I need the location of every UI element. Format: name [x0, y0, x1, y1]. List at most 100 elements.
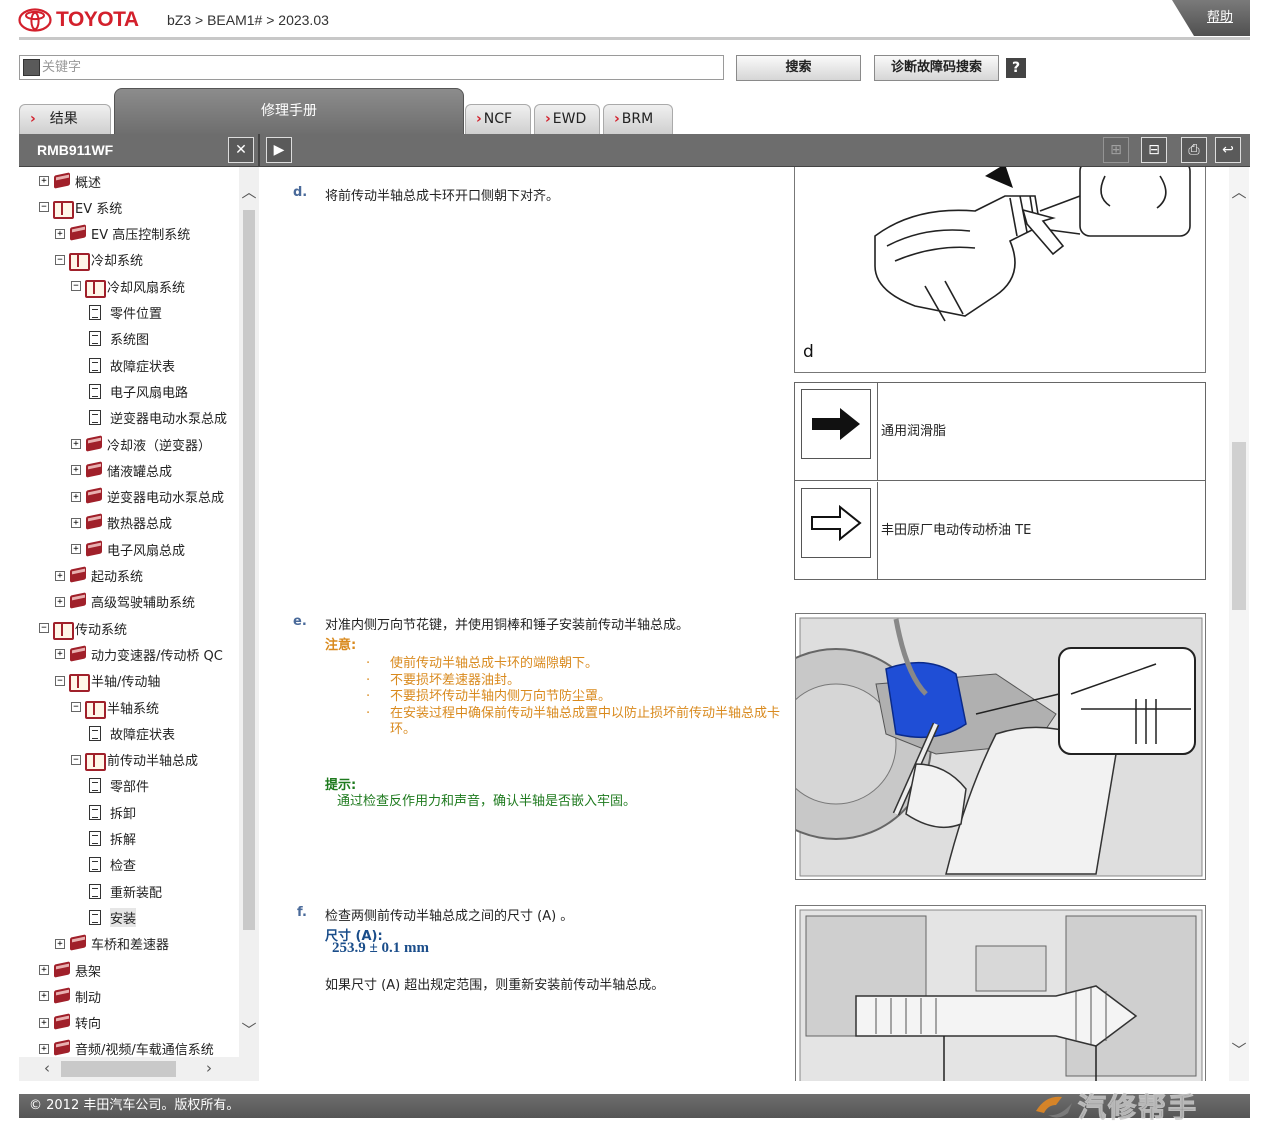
tree-node[interactable]: + 音频/视频/车载通信系统: [39, 1038, 214, 1057]
expand-toggle-icon[interactable]: +: [39, 1043, 49, 1054]
collapse-toggle-icon[interactable]: −: [71, 281, 81, 292]
tree-node[interactable]: 零件位置: [89, 302, 162, 324]
collapse-toggle-icon[interactable]: −: [39, 202, 49, 213]
tree-node[interactable]: + 概述: [39, 170, 101, 192]
tree-node[interactable]: 拆卸: [89, 801, 136, 823]
scroll-up-icon[interactable]: ︿: [1229, 181, 1249, 202]
keyword-search-input[interactable]: [42, 58, 712, 77]
closed-book-icon: [68, 935, 88, 952]
tree-node[interactable]: 安装: [89, 906, 137, 928]
help-button[interactable]: 帮助: [1172, 0, 1250, 36]
tree-node[interactable]: − 前传动半轴总成: [71, 749, 198, 772]
tree-node[interactable]: + 转向: [39, 1012, 101, 1034]
tree-node[interactable]: 零部件: [89, 775, 149, 797]
collapse-toggle-icon[interactable]: −: [71, 754, 81, 765]
tab-label: EWD: [552, 111, 587, 127]
return-icon[interactable]: ↩: [1215, 137, 1241, 163]
step-d-letter: d.: [293, 185, 308, 200]
expand-toggle-icon[interactable]: +: [55, 596, 65, 607]
scroll-down-icon[interactable]: ﹀: [239, 1019, 259, 1040]
tree-node[interactable]: 电子风扇电路: [89, 380, 188, 402]
scroll-up-icon[interactable]: ︿: [239, 181, 259, 202]
tree-node[interactable]: + 悬架: [39, 959, 101, 981]
tree-node[interactable]: + 动力变速器/传动桥 QC: [55, 643, 223, 665]
tree-node[interactable]: + 储液罐总成: [71, 459, 172, 481]
tree-node-label: 检查: [110, 859, 137, 875]
tree-node[interactable]: 故障症状表: [89, 722, 175, 744]
close-icon[interactable]: ✕: [228, 137, 254, 163]
tree-node[interactable]: + 散热器总成: [71, 512, 172, 534]
expand-toggle-icon[interactable]: +: [39, 176, 49, 186]
expand-toggle-icon[interactable]: +: [55, 570, 65, 581]
tree-node[interactable]: 拆解: [89, 828, 136, 850]
tree-node[interactable]: + 电子风扇总成: [71, 538, 185, 560]
play-icon[interactable]: ▶: [266, 137, 292, 163]
tree-node[interactable]: − 半轴/传动轴: [55, 670, 160, 693]
tree-node[interactable]: + 逆变器电动水泵总成: [71, 486, 224, 508]
expand-toggle-icon[interactable]: +: [39, 991, 49, 1002]
dtc-search-button[interactable]: 诊断故障码搜索: [874, 55, 999, 81]
tree-node-label: 储液罐总成: [107, 464, 173, 480]
scroll-left-icon[interactable]: ‹: [37, 1059, 57, 1077]
tree-node[interactable]: + 制动: [39, 985, 101, 1007]
scroll-right-icon[interactable]: ›: [199, 1059, 219, 1077]
caution-item: · 不要损坏差速器油封。: [366, 673, 810, 689]
tree-node[interactable]: + 起动系统: [55, 565, 143, 587]
tree-node-label: 半轴系统: [107, 701, 160, 717]
document-page-icon: [89, 883, 101, 899]
scroll-down-icon[interactable]: ﹀: [1229, 1039, 1249, 1060]
tree-node[interactable]: 重新装配: [89, 880, 162, 902]
expand-all-icon[interactable]: ⊞: [1103, 137, 1129, 163]
expand-toggle-icon[interactable]: +: [71, 465, 81, 476]
expand-toggle-icon[interactable]: +: [39, 1017, 49, 1028]
collapse-toggle-icon[interactable]: −: [55, 675, 65, 686]
tab-ewd[interactable]: › EWD: [534, 104, 600, 134]
content-scroll-thumb[interactable]: [1232, 442, 1246, 610]
expand-toggle-icon[interactable]: +: [71, 544, 81, 555]
tree-node-label: 概述: [75, 175, 102, 191]
document-page-icon: [89, 831, 101, 846]
tree-node[interactable]: + 高级驾驶辅助系统: [55, 591, 195, 613]
tree-node[interactable]: + 车桥和差速器: [55, 933, 169, 955]
tab-ncf[interactable]: › NCF: [465, 104, 531, 134]
tree-node[interactable]: − EV 系统: [39, 196, 122, 219]
tree-node[interactable]: − 半轴系统: [71, 696, 160, 719]
tab-repair-manual[interactable]: 修理手册: [114, 88, 464, 134]
expand-toggle-icon[interactable]: +: [39, 965, 49, 975]
tree-scroll-thumb[interactable]: [243, 210, 255, 930]
collapse-toggle-icon[interactable]: −: [55, 254, 65, 265]
collapse-toggle-icon[interactable]: −: [39, 623, 49, 634]
tree-hscroll-thumb[interactable]: [61, 1061, 176, 1077]
expand-toggle-icon[interactable]: +: [55, 649, 65, 660]
search-button[interactable]: 搜索: [736, 55, 861, 81]
bullet: ·: [366, 706, 371, 721]
tree-node[interactable]: − 冷却风扇系统: [71, 275, 186, 298]
tree-node[interactable]: − 冷却系统: [55, 249, 143, 272]
tree-node-label: 零部件: [110, 780, 150, 796]
expand-toggle-icon[interactable]: +: [55, 228, 65, 239]
content-vertical-scrollbar[interactable]: ︿ ﹀: [1229, 167, 1249, 1081]
tree-node[interactable]: 故障症状表: [89, 354, 175, 376]
tree-horizontal-scrollbar[interactable]: ‹ ›: [19, 1057, 259, 1081]
tree-node[interactable]: 逆变器电动水泵总成: [89, 407, 227, 429]
tree-node[interactable]: − 传动系统: [39, 617, 127, 640]
help-question-icon[interactable]: ?: [1006, 58, 1026, 78]
print-icon[interactable]: ⎙: [1181, 137, 1207, 163]
tree-node[interactable]: + EV 高压控制系统: [55, 223, 190, 245]
expand-toggle-icon[interactable]: +: [71, 517, 81, 528]
tree-node[interactable]: + 冷却液（逆变器）: [71, 433, 211, 455]
expand-toggle-icon[interactable]: +: [71, 491, 81, 502]
collapse-toggle-icon[interactable]: −: [71, 702, 81, 712]
collapse-all-icon[interactable]: ⊟: [1141, 137, 1167, 163]
document-page-icon: [89, 857, 101, 873]
tab-results[interactable]: › 结果: [19, 104, 111, 134]
step-f-letter: f.: [297, 905, 307, 920]
expand-toggle-icon[interactable]: +: [55, 938, 65, 949]
expand-toggle-icon[interactable]: +: [71, 439, 81, 449]
tree-vertical-scrollbar[interactable]: ︿ ﹀: [239, 167, 259, 1057]
tab-brm[interactable]: › BRM: [603, 104, 673, 134]
tree-node-label: 冷却风扇系统: [107, 280, 186, 296]
tree-node[interactable]: 检查: [89, 854, 136, 876]
figure-f-illustration: [795, 905, 1206, 1081]
tree-node[interactable]: 系统图: [89, 328, 149, 350]
